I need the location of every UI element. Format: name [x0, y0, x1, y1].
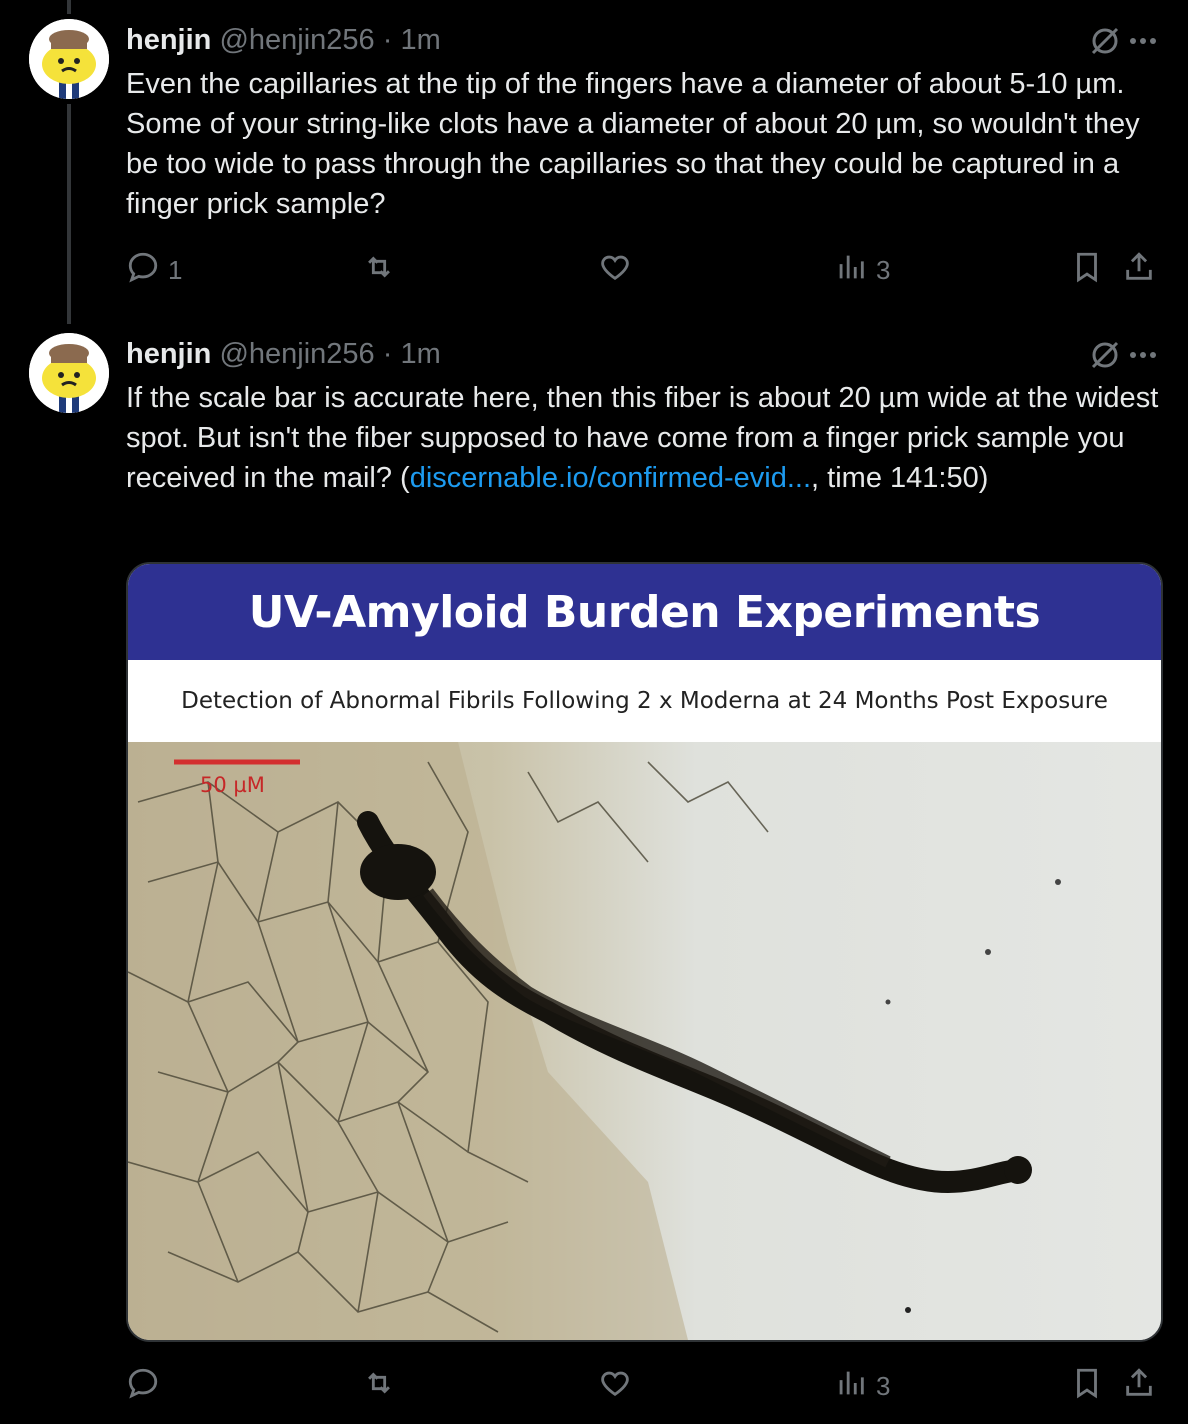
more-icon[interactable] [1128, 26, 1158, 61]
slide-title-bar: UV-Amyloid Burden Experiments [128, 564, 1161, 660]
tweet-top-actions [1088, 24, 1158, 63]
like-button[interactable] [598, 1366, 640, 1407]
tweet-text-after-link: , time 141:50) [811, 462, 989, 494]
separator: · [382, 338, 393, 370]
views-icon [834, 250, 868, 291]
bookmark-button[interactable] [1070, 1366, 1104, 1407]
bookmark-icon [1070, 1366, 1104, 1407]
like-icon [598, 1366, 632, 1407]
tweet-header: henjin @henjin256 · 1m [126, 22, 441, 58]
views-button[interactable]: 3 [834, 250, 890, 291]
retweet-button[interactable] [362, 250, 404, 291]
thread-line [67, 104, 71, 324]
share-icon [1122, 1366, 1156, 1407]
more-icon[interactable] [1128, 340, 1158, 375]
tweet-top-actions [1088, 338, 1158, 377]
retweet-icon [362, 1366, 396, 1407]
share-button[interactable] [1122, 1366, 1156, 1407]
like-button[interactable] [598, 250, 640, 291]
avatar-illustration [29, 19, 109, 99]
reply-icon [126, 250, 160, 291]
views-count: 3 [876, 255, 891, 285]
scale-bar-label: 50 µM [200, 773, 265, 797]
avatar[interactable] [29, 19, 109, 99]
separator: · [382, 24, 393, 56]
tweet-media-image[interactable]: UV-Amyloid Burden Experiments Detection … [126, 562, 1163, 1342]
avatar[interactable] [29, 333, 109, 413]
reply-button[interactable]: 1 [126, 250, 182, 291]
tweet-header: henjin @henjin256 · 1m [126, 336, 441, 372]
reply-count: 1 [168, 255, 183, 285]
tweet-actions: 1 3 [126, 250, 1162, 290]
reply-button[interactable] [126, 1366, 168, 1407]
share-button[interactable] [1122, 250, 1156, 291]
user-handle[interactable]: @henjin256 [219, 24, 374, 56]
retweet-button[interactable] [362, 1366, 404, 1407]
timestamp[interactable]: 1m [400, 24, 440, 56]
timestamp[interactable]: 1m [400, 338, 440, 370]
reply-icon [126, 1366, 160, 1407]
tweet-actions: 3 [126, 1366, 1162, 1406]
display-name[interactable]: henjin [126, 338, 211, 370]
tweet-text: Even the capillaries at the tip of the f… [126, 68, 1140, 220]
like-icon [598, 250, 632, 291]
views-count: 3 [876, 1371, 891, 1401]
thread-line-top [67, 0, 71, 14]
micrograph-image: 50 µM [128, 742, 1161, 1340]
grok-slash-icon[interactable] [1088, 338, 1122, 377]
retweet-icon [362, 250, 396, 291]
views-icon [834, 1366, 868, 1407]
tweet-text: If the scale bar is accurate here, then … [126, 378, 1166, 498]
tweet-link[interactable]: discernable.io/confirmed-evid... [410, 462, 811, 494]
avatar-illustration [29, 333, 109, 413]
display-name[interactable]: henjin [126, 24, 211, 56]
share-icon [1122, 250, 1156, 291]
slide-subtitle: Detection of Abnormal Fibrils Following … [181, 688, 1108, 714]
slide-title: UV-Amyloid Burden Experiments [248, 586, 1041, 638]
bookmark-button[interactable] [1070, 250, 1104, 291]
views-button[interactable]: 3 [834, 1366, 890, 1407]
grok-slash-icon[interactable] [1088, 24, 1122, 63]
bookmark-icon [1070, 250, 1104, 291]
user-handle[interactable]: @henjin256 [219, 338, 374, 370]
